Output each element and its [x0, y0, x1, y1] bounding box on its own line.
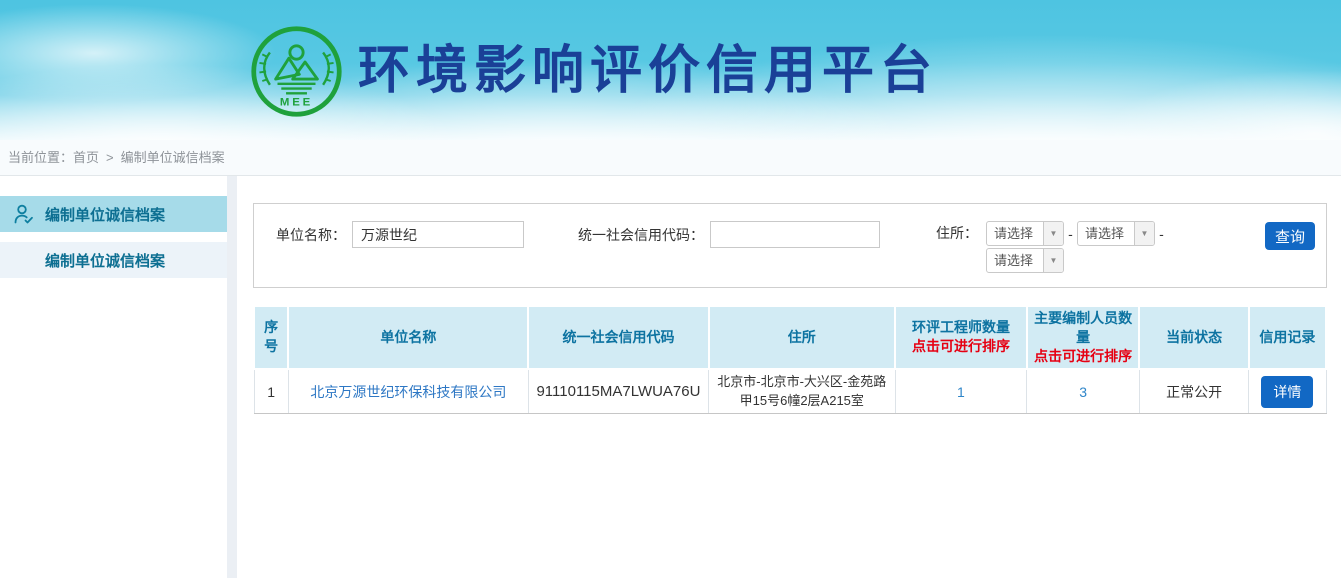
company-name-field: 单位名称： — [276, 221, 524, 248]
search-panel: 单位名称： 统一社会信用代码： 住所： 请选择 ▼ - 请选择 ▼ — [253, 203, 1327, 288]
address-district-value: 请选择 — [987, 249, 1043, 272]
address-province-value: 请选择 — [987, 222, 1043, 245]
breadcrumb-current: 编制单位诚信档案 — [121, 150, 225, 165]
address-dash: - — [1155, 226, 1168, 242]
results-table: 序号 单位名称 统一社会信用代码 住所 环评工程师数量点击可进行排序 主要编制人… — [253, 305, 1327, 414]
query-button[interactable]: 查询 — [1265, 222, 1315, 250]
sidebar-subitem-label: 编制单位诚信档案 — [45, 250, 165, 271]
col-header-credit-record: 信用记录 — [1249, 306, 1326, 369]
table-row: 1 北京万源世纪环保科技有限公司 91110115MA7LWUA76U 北京市-… — [254, 369, 1326, 414]
cell-credit-code: 91110115MA7LWUA76U — [528, 369, 708, 414]
brand: MEE 环境影响评价信用平台 — [0, 0, 1341, 119]
chevron-down-icon[interactable]: ▼ — [1134, 222, 1154, 245]
engineer-count-link[interactable]: 1 — [957, 384, 965, 400]
cell-engineer-count: 1 — [895, 369, 1027, 414]
address-label: 住所： — [936, 221, 978, 246]
sidebar-item-label: 编制单位诚信档案 — [45, 204, 165, 225]
cell-company: 北京万源世纪环保科技有限公司 — [288, 369, 528, 414]
address-dash: - — [1064, 226, 1077, 242]
chevron-down-icon[interactable]: ▼ — [1043, 222, 1063, 245]
col-header-engineer-title: 环评工程师数量 — [912, 319, 1010, 335]
credit-code-field: 统一社会信用代码： — [578, 221, 880, 248]
sidebar-divider — [227, 176, 237, 578]
detail-button[interactable]: 详情 — [1261, 376, 1313, 408]
sidebar-item-unit-credit-archive[interactable]: 编制单位诚信档案 — [0, 196, 227, 232]
col-header-company: 单位名称 — [288, 306, 528, 369]
chevron-down-icon[interactable]: ▼ — [1043, 249, 1063, 272]
sidebar-subitem-unit-credit-archive[interactable]: 编制单位诚信档案 — [0, 242, 227, 278]
sort-hint[interactable]: 点击可进行排序 — [1032, 347, 1135, 366]
address-city-select[interactable]: 请选择 ▼ — [1077, 221, 1155, 246]
credit-code-label: 统一社会信用代码： — [578, 225, 704, 245]
site-title: 环境影响评价信用平台 — [358, 24, 938, 119]
address-selects: 请选择 ▼ - 请选择 ▼ - 请选择 ▼ — [986, 221, 1178, 273]
credit-code-input[interactable] — [710, 221, 880, 248]
breadcrumb-separator: > — [106, 150, 114, 165]
mee-logo-icon: MEE — [249, 24, 344, 119]
col-header-staff-count[interactable]: 主要编制人员数量点击可进行排序 — [1027, 306, 1140, 369]
sort-hint[interactable]: 点击可进行排序 — [900, 337, 1022, 356]
breadcrumb-prefix: 当前位置： — [8, 150, 73, 165]
user-check-icon — [12, 202, 36, 226]
company-link[interactable]: 北京万源世纪环保科技有限公司 — [310, 384, 506, 400]
breadcrumb-home-link[interactable]: 首页 — [73, 150, 99, 165]
cell-staff-count: 3 — [1027, 369, 1140, 414]
content-area: 编制单位诚信档案 编制单位诚信档案 单位名称： 统一社会信用代码： 住所： 请选… — [0, 176, 1341, 578]
staff-count-link[interactable]: 3 — [1079, 384, 1087, 400]
company-name-label: 单位名称： — [276, 225, 346, 245]
col-header-staff-title: 主要编制人员数量 — [1034, 310, 1132, 345]
cell-status: 正常公开 — [1139, 369, 1248, 414]
col-header-engineer-count[interactable]: 环评工程师数量点击可进行排序 — [895, 306, 1027, 369]
address-city-value: 请选择 — [1078, 222, 1134, 245]
address-field: 住所： 请选择 ▼ - 请选择 ▼ - 请选择 ▼ — [936, 221, 1178, 273]
sidebar: 编制单位诚信档案 编制单位诚信档案 — [0, 176, 227, 578]
main-panel: 单位名称： 统一社会信用代码： 住所： 请选择 ▼ - 请选择 ▼ — [237, 176, 1341, 578]
address-district-select[interactable]: 请选择 ▼ — [986, 248, 1064, 273]
address-province-select[interactable]: 请选择 ▼ — [986, 221, 1064, 246]
cell-address: 北京市-北京市-大兴区-金苑路甲15号6幢2层A215室 — [709, 369, 896, 414]
cell-index: 1 — [254, 369, 288, 414]
col-header-address: 住所 — [709, 306, 896, 369]
col-header-credit-code: 统一社会信用代码 — [528, 306, 708, 369]
col-header-status: 当前状态 — [1139, 306, 1248, 369]
site-header: MEE 环境影响评价信用平台 — [0, 0, 1341, 140]
breadcrumb: 当前位置：首页 > 编制单位诚信档案 — [0, 140, 1341, 176]
col-header-index: 序号 — [254, 306, 288, 369]
logo-mee-text: MEE — [280, 97, 313, 109]
cell-credit-record: 详情 — [1249, 369, 1326, 414]
company-name-input[interactable] — [352, 221, 524, 248]
table-header-row: 序号 单位名称 统一社会信用代码 住所 环评工程师数量点击可进行排序 主要编制人… — [254, 306, 1326, 369]
